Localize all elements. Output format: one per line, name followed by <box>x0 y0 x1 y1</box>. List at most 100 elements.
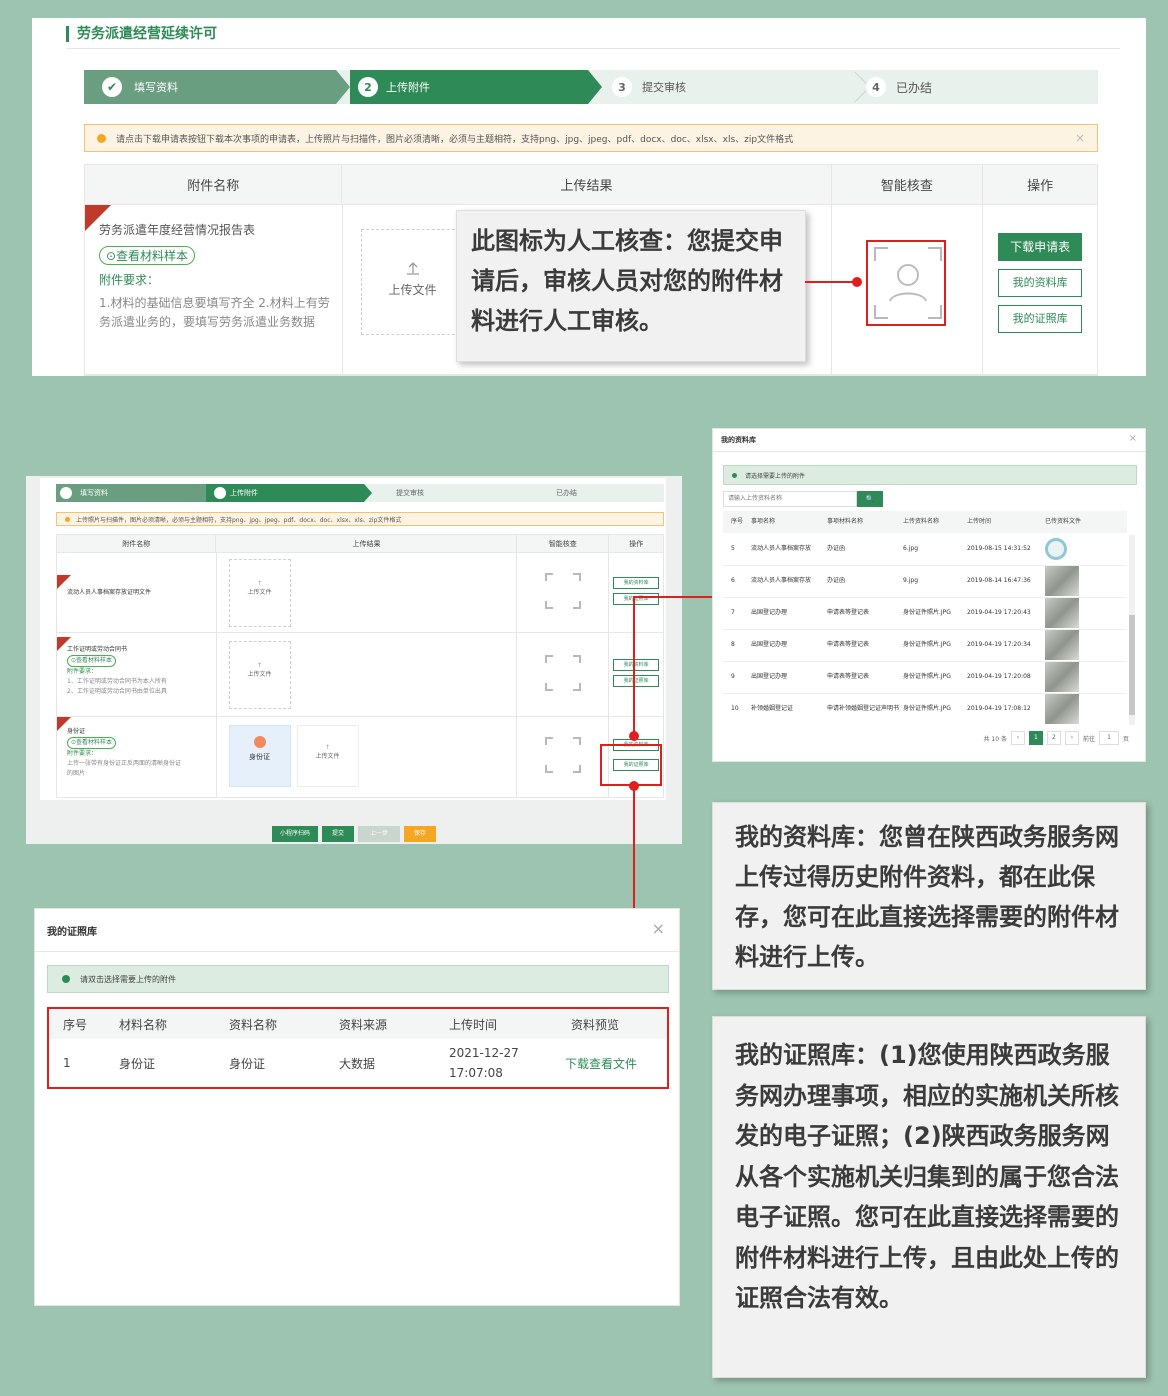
col-material: 事项材料名称 <box>827 518 864 525</box>
face-scan-icon <box>545 655 582 691</box>
row-time: 2019-04-19 17:08:12 <box>967 705 1031 713</box>
scrollbar-thumb[interactable] <box>1129 615 1135 715</box>
attachment-name-cell: 劳务派遣年度经营情况报告表 ⊙查看材料样本 附件要求： 1.材料的基础信息要填写… <box>85 205 343 374</box>
highlight-box <box>600 744 662 786</box>
step-arrow <box>588 70 602 104</box>
scrollbar[interactable] <box>1129 535 1135 725</box>
submit-button[interactable]: 提交 <box>322 826 354 842</box>
view-sample-link[interactable]: ⊙查看材料样本 <box>67 737 117 749</box>
manual-review-callout: 此图标为人工核查：您提交申请后，审核人员对您的附件材料进行人工审核。 <box>456 210 806 362</box>
divider <box>35 951 679 952</box>
operation-cell: 我的资料库 我的证照库 <box>609 553 663 632</box>
certificate-callout: 我的证照库：(1)您使用陕西政务服务网办理事项，相应的实施机关所核发的电子证照；… <box>712 1016 1146 1378</box>
prev-page-button[interactable]: ‹ <box>1010 731 1025 745</box>
upload-file-button[interactable]: ↑ 上传文件 <box>228 641 291 709</box>
file-thumbnail[interactable] <box>1045 630 1079 660</box>
col-check: 智能核查 <box>832 165 984 204</box>
save-button[interactable]: 保存 <box>404 826 436 842</box>
download-form-button[interactable]: 下载申请表 <box>998 233 1083 261</box>
page-2-button[interactable]: 2 <box>1046 731 1061 745</box>
upload-label: 上传文件 <box>247 589 272 596</box>
table-row[interactable]: 9 出国登记办理 申请表等登记表 身份证件照片.JPG 2019-04-19 1… <box>723 661 1127 693</box>
page-title: 劳务派遣经营延续许可 <box>66 26 217 42</box>
step-number: 2 <box>358 77 378 97</box>
step-number <box>214 487 226 499</box>
attachment-page: 填写资料 上传附件 提交审核 已办结 上传照片与扫描件，图片必须清晰，必须与主题… <box>40 478 666 800</box>
attachment-name-cell: 流动人员人事档案存放证明文件 <box>57 553 217 632</box>
col-time: 上传时间 <box>967 518 992 525</box>
step-arrow <box>364 484 372 502</box>
step-number: 3 <box>612 77 632 97</box>
file-thumbnail[interactable] <box>1045 662 1079 692</box>
row-item: 流动人员人事档案存放 <box>751 544 812 552</box>
view-sample-link[interactable]: ⊙查看材料样本 <box>67 655 117 667</box>
attachment-name: 身份证 <box>67 728 86 735</box>
step-label: 填写资料 <box>134 81 178 94</box>
my-library-button[interactable]: 我的资料库 <box>613 659 660 671</box>
step-1: 填写资料 <box>56 484 206 502</box>
file-thumbnail[interactable] <box>1045 598 1079 628</box>
row-file: 身份证件照片.JPG <box>903 641 951 648</box>
my-certificate-button[interactable]: 我的证照库 <box>998 305 1083 333</box>
my-certificate-button[interactable]: 我的证照库 <box>613 675 660 687</box>
table-row[interactable]: 5 流动人员人事档案存放 办证函 6.jpg 2019-08-15 14:31:… <box>723 533 1127 565</box>
row-no: 10 <box>731 705 739 713</box>
next-page-button[interactable]: › <box>1064 731 1079 745</box>
upload-file-button[interactable]: ↑ 上传文件 <box>296 725 359 787</box>
view-sample-link[interactable]: ⊙查看材料样本 <box>99 246 196 265</box>
uploaded-file[interactable]: 身份证 <box>228 725 291 787</box>
required-badge <box>57 637 71 651</box>
requirement-text: 的图片 <box>67 770 86 777</box>
file-thumbnail[interactable] <box>1045 537 1067 560</box>
required-badge <box>57 717 71 731</box>
row-time: 2019-08-15 14:31:52 <box>967 544 1031 552</box>
table-row[interactable]: 10 补领婚姻登记证 申请补领婚姻登记证声明书 身份证件照片.JPG 2019-… <box>723 693 1127 725</box>
requirement-label: 附件要求： <box>67 668 98 675</box>
search-button[interactable]: 🔍 <box>857 491 883 507</box>
library-table: 序号 事项名称 事项材料名称 上传资料名称 上传时间 已传资料文件 5 流动人员… <box>723 511 1127 725</box>
prev-step-button[interactable]: 上一步 <box>358 826 400 842</box>
notice-text: 请点击下载申请表按钮下载本次事项的申请表，上传照片与扫描件，图片必须清晰，必须与… <box>116 134 794 145</box>
connector-line <box>633 596 635 736</box>
row-file: 身份证件照片.JPG <box>903 705 951 713</box>
highlight-box <box>866 240 946 326</box>
step-number: 4 <box>866 77 886 97</box>
upload-label: 上传文件 <box>315 753 340 760</box>
page-1-button[interactable]: 1 <box>1028 731 1043 745</box>
page-input[interactable]: 1 <box>1098 731 1119 745</box>
step-4: 4 已办结 <box>866 70 1096 104</box>
close-icon[interactable]: × <box>1129 433 1137 444</box>
table-row[interactable]: 6 流动人员人事档案存放 办证函 9.jpg 2019-08-14 16:47:… <box>723 565 1127 597</box>
step-label: 提交审核 <box>642 81 686 94</box>
miniprogram-button[interactable]: 小程序扫码 <box>272 826 318 842</box>
close-icon[interactable]: × <box>652 919 665 938</box>
search-input[interactable] <box>723 491 857 507</box>
step-3: 提交审核 <box>396 489 424 497</box>
upload-icon: ↑ <box>324 744 331 751</box>
col-file: 上传资料名称 <box>903 518 940 525</box>
my-certificate-modal: 我的证照库 × 请双击选择需要上传的附件 序号 材料名称 资料名称 资料来源 上… <box>34 908 680 1306</box>
file-thumbnail[interactable] <box>1045 566 1079 596</box>
file-thumbnail[interactable] <box>1045 694 1079 725</box>
close-icon[interactable]: × <box>1075 131 1085 145</box>
table-row[interactable]: 7 出国登记办理 申请表等登记表 身份证件照片.JPG 2019-04-19 1… <box>723 597 1127 629</box>
info-dot-icon <box>732 472 737 478</box>
step-3: 3 提交审核 <box>612 70 852 104</box>
tip-bar: 请选择需要上传的附件 <box>723 465 1137 485</box>
multi-attachment-panel: 填写资料 上传附件 提交审核 已办结 上传照片与扫描件，图片必须清晰，必须与主题… <box>26 476 682 844</box>
application-upload-panel: 劳务派遣经营延续许可 ✔ 填写资料 2 上传附件 3 提交审核 4 已办结 请点… <box>32 18 1146 376</box>
requirement-label: 附件要求： <box>67 750 98 757</box>
my-library-button[interactable]: 我的资料库 <box>613 577 660 589</box>
col-item: 事项名称 <box>751 518 776 525</box>
attachment-name: 劳务派遣年度经营情况报告表 <box>99 223 256 237</box>
warning-dot-icon <box>97 133 106 143</box>
modal-title: 我的资料库 <box>721 436 756 444</box>
table-row[interactable]: 8 出国登记办理 申请表等登记表 身份证件照片.JPG 2019-04-19 1… <box>723 629 1127 661</box>
row-time: 2019-04-19 17:20:08 <box>967 673 1031 680</box>
row-no: 9 <box>731 673 735 680</box>
upload-file-button[interactable]: ↑ 上传文件 <box>228 559 291 627</box>
upload-file-button[interactable]: 上传文件 <box>360 229 465 335</box>
table-header: 附件名称 上传结果 智能核查 操作 <box>85 165 1097 205</box>
my-library-button[interactable]: 我的资料库 <box>998 269 1083 297</box>
my-certificate-button[interactable]: 我的证照库 <box>613 593 660 605</box>
